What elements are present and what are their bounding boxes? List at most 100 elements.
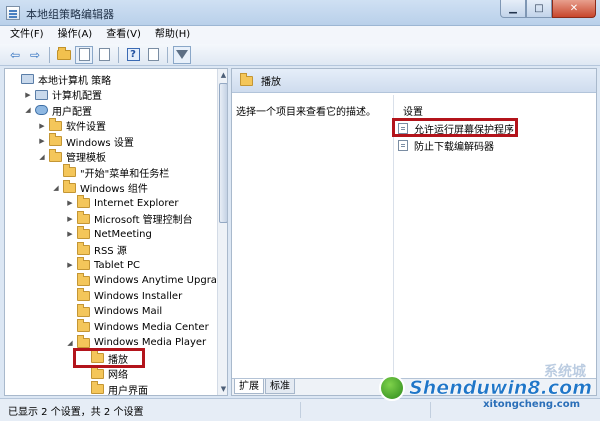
- details-header: 播放: [232, 69, 596, 93]
- close-icon: ✕: [569, 3, 579, 14]
- export-icon: [98, 48, 110, 61]
- folder-icon: [77, 288, 90, 301]
- folder-icon: [91, 381, 104, 394]
- tree-vertical-scrollbar[interactable]: ▲ ▼: [217, 69, 227, 395]
- tree-node[interactable]: 本地计算机 策略: [9, 71, 111, 87]
- settings-column-header[interactable]: 设置: [403, 103, 423, 118]
- back-arrow-icon: ⇦: [9, 47, 21, 62]
- app-icon: [6, 6, 20, 20]
- setting-prevent-codec-download[interactable]: 防止下载编解码器: [398, 138, 494, 153]
- folder-icon: [77, 195, 90, 208]
- minimize-icon: ▁: [509, 3, 517, 14]
- tree-node-label: Windows Installer: [94, 290, 183, 302]
- collapse-arrow-icon[interactable]: ◢: [37, 153, 47, 161]
- folder-up-icon: [57, 46, 71, 60]
- toolbar-separator: [118, 46, 119, 63]
- folder-icon: [77, 272, 90, 286]
- tree-node-label: Windows Mail: [94, 306, 163, 317]
- collapse-arrow-icon[interactable]: ◢: [51, 184, 61, 192]
- tree-node[interactable]: ▶ 计算机配置: [23, 87, 102, 103]
- title-bar: 本地组策略编辑器 ▁ □ ✕: [0, 0, 600, 26]
- scroll-thumb[interactable]: [219, 83, 227, 223]
- folder-icon: [49, 117, 62, 131]
- tree-node[interactable]: ◢ 管理模板: [37, 148, 106, 165]
- status-text: 已显示 2 个设置，共 2 个设置: [8, 407, 144, 418]
- folder-icon: [240, 72, 253, 86]
- tree-node-label: Windows Media Center: [94, 321, 209, 333]
- tree-node-label: 用户界面: [108, 385, 148, 396]
- computer-icon: [35, 89, 48, 100]
- help-button[interactable]: ?: [124, 46, 142, 64]
- column-divider[interactable]: [393, 95, 394, 377]
- tree-node[interactable]: ▶ Windows 设置: [37, 133, 134, 149]
- tab-extended[interactable]: 扩展: [234, 379, 264, 394]
- group-policy-editor-window: 本地组策略编辑器 ▁ □ ✕ 文件(F) 操作(A) 查看(V) 帮助(H) ⇦…: [0, 0, 600, 421]
- up-folder-button[interactable]: [55, 46, 73, 64]
- expand-arrow-icon[interactable]: ▶: [65, 199, 75, 207]
- menu-file[interactable]: 文件(F): [4, 26, 52, 44]
- back-button[interactable]: ⇦: [6, 46, 24, 64]
- minimize-button[interactable]: ▁: [500, 0, 526, 18]
- tree-node[interactable]: ▶ Internet Explorer: [65, 195, 179, 211]
- tree-node[interactable]: Windows Mail: [65, 303, 163, 320]
- computer-icon: [21, 74, 34, 84]
- properties-icon: [147, 48, 159, 61]
- window-title: 本地组策略编辑器: [26, 8, 114, 21]
- tree-node[interactable]: Windows Media Center: [65, 319, 209, 335]
- tree-node-label: "开始"菜单和任务栏: [80, 168, 170, 180]
- tree-node-label: 管理模板: [66, 153, 106, 164]
- expand-arrow-icon[interactable]: ▶: [65, 261, 75, 269]
- selected-node-highlight: [73, 348, 145, 368]
- properties-button[interactable]: [144, 46, 162, 64]
- export-list-button[interactable]: [95, 46, 113, 64]
- show-tree-button[interactable]: [75, 45, 93, 64]
- tree-node-label: Microsoft 管理控制台: [94, 215, 193, 226]
- folder-icon: [77, 226, 90, 239]
- filter-icon: [176, 50, 188, 59]
- help-icon: ?: [126, 48, 140, 61]
- tree-node[interactable]: Windows Anytime Upgrade: [65, 272, 227, 289]
- tree-node[interactable]: Windows Installer: [65, 288, 182, 304]
- expand-arrow-icon[interactable]: ▶: [37, 137, 47, 145]
- maximize-button[interactable]: □: [526, 0, 552, 18]
- tree-node-label: Windows Media Player: [94, 337, 207, 348]
- policy-setting-icon: [398, 139, 408, 151]
- close-button[interactable]: ✕: [552, 0, 596, 18]
- collapse-arrow-icon[interactable]: ◢: [23, 106, 33, 114]
- folder-icon: [77, 334, 90, 348]
- tree-node[interactable]: RSS 源: [65, 241, 127, 258]
- filter-button[interactable]: [173, 45, 191, 64]
- tree-node-label: 软件设置: [66, 122, 106, 133]
- tree-node[interactable]: ▶ 软件设置: [37, 117, 106, 134]
- menu-action[interactable]: 操作(A): [52, 26, 101, 44]
- tree-node[interactable]: ▶ Tablet PC: [65, 257, 140, 273]
- setting-label: 防止下载编解码器: [414, 141, 494, 153]
- tree-node[interactable]: ▶ Microsoft 管理控制台: [65, 210, 193, 227]
- scroll-down-icon[interactable]: ▼: [218, 383, 227, 395]
- expand-arrow-icon[interactable]: ▶: [37, 122, 47, 130]
- menu-help[interactable]: 帮助(H): [149, 26, 198, 44]
- tree-node[interactable]: 用户界面: [79, 381, 148, 396]
- tree-node-label: RSS 源: [94, 246, 127, 257]
- navigation-tree-pane: 本地计算机 策略 ▶ 计算机配置 ◢ 用户配置 ▶ 软件设置 ▶ Windows 设置 ◢ 管理模板…: [4, 68, 228, 396]
- expand-arrow-icon[interactable]: ▶: [65, 215, 75, 223]
- folder-icon: [77, 210, 90, 224]
- forward-button[interactable]: ⇨: [26, 46, 44, 64]
- collapse-arrow-icon[interactable]: ◢: [65, 339, 75, 347]
- tree-node[interactable]: ◢ 用户配置: [23, 102, 92, 118]
- folder-icon: [77, 241, 90, 255]
- tree-node-label: 本地计算机 策略: [38, 75, 112, 87]
- tree-node[interactable]: ▶ NetMeeting: [65, 226, 152, 242]
- folder-icon: [77, 257, 90, 270]
- details-title: 播放: [261, 77, 281, 88]
- tree-node[interactable]: ◢ Windows 组件: [51, 179, 148, 196]
- status-divider: [430, 402, 431, 418]
- tab-standard[interactable]: 标准: [265, 379, 295, 394]
- tree-node[interactable]: "开始"菜单和任务栏: [51, 164, 169, 180]
- expand-arrow-icon[interactable]: ▶: [65, 230, 75, 238]
- scroll-up-icon[interactable]: ▲: [218, 69, 227, 81]
- expand-arrow-icon[interactable]: ▶: [23, 91, 33, 99]
- menu-view[interactable]: 查看(V): [100, 26, 149, 44]
- folder-icon: [63, 164, 76, 177]
- toolbar-separator: [49, 46, 50, 63]
